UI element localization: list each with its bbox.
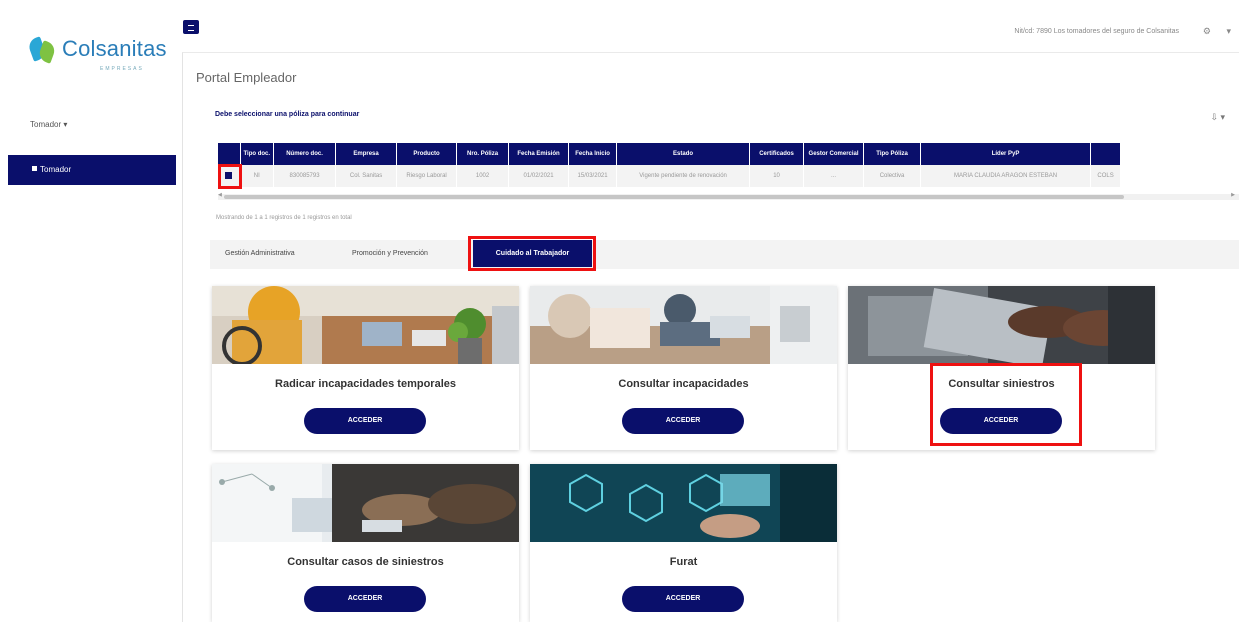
cell-extra: COLS — [1090, 165, 1122, 187]
card-image-office — [212, 286, 519, 364]
access-button[interactable]: ACCEDER — [304, 586, 426, 612]
card-consultar-casos-siniestros: Consultar casos de siniestros ACCEDER — [212, 464, 519, 622]
col-header-tipo-poliza[interactable]: Tipo Póliza — [863, 143, 922, 165]
col-header-empresa[interactable]: Empresa — [335, 143, 398, 165]
settings-icon[interactable]: ⚙ — [1203, 26, 1211, 37]
brand-name: Colsanitas — [62, 36, 167, 61]
cell-lider-pyp: MARIA CLAUDIA ARAGON ESTEBAN — [920, 165, 1092, 187]
card-title: Radicar incapacidades temporales — [275, 378, 456, 390]
card-title: Consultar incapacidades — [618, 378, 749, 390]
card-image-meeting — [530, 286, 837, 364]
table-horizontal-scrollbar[interactable]: ◀ ▶ — [218, 192, 1239, 200]
cell-nro-poliza: 1002 — [456, 165, 510, 187]
cell-producto: Riesgo Laboral — [396, 165, 458, 187]
col-header-select — [218, 143, 241, 165]
access-button[interactable]: ACCEDER — [304, 408, 426, 434]
col-header-nro-poliza[interactable]: Nro. Póliza — [456, 143, 510, 165]
brand-logo[interactable]: Colsanitas — [26, 34, 167, 64]
sidebar-role-select[interactable]: Tomador ▾ — [30, 120, 67, 129]
scroll-right-icon[interactable]: ▶ — [1231, 192, 1235, 198]
siniestros-highlight — [930, 363, 1082, 446]
tab-gestion-administrativa[interactable]: Gestión Administrativa — [225, 250, 295, 257]
col-header-estado[interactable]: Estado — [616, 143, 751, 165]
cell-empresa: Col. Sanitas — [335, 165, 398, 187]
cell-certificados: 10 — [749, 165, 805, 187]
brand-tagline: EMPRESAS — [100, 66, 144, 72]
cell-estado: Vigente pendiente de renovación — [616, 165, 751, 187]
card-image-laptop — [848, 286, 1155, 364]
table-row[interactable]: NI 830085793 Col. Sanitas Riesgo Laboral… — [218, 165, 1122, 187]
table-header-row: Tipo doc. Número doc. Empresa Producto N… — [218, 143, 1122, 165]
cell-fecha-emision: 01/02/2021 — [508, 165, 570, 187]
sidebar-item-label: Tomador — [40, 165, 72, 174]
user-info: Nit/cd: 7890 Los tomadores del seguro de… — [1014, 28, 1179, 35]
col-header-tipo-doc[interactable]: Tipo doc. — [240, 143, 275, 165]
tab-highlight — [468, 236, 596, 271]
cell-fecha-inicio: 15/03/2021 — [568, 165, 618, 187]
cell-tipo-poliza: Colectiva — [863, 165, 922, 187]
access-button[interactable]: ACCEDER — [622, 586, 744, 612]
scrollbar-thumb[interactable] — [224, 195, 1124, 199]
col-header-fecha-inicio[interactable]: Fecha Inicio — [568, 143, 618, 165]
row-select-highlight — [218, 164, 242, 189]
app: Colsanitas EMPRESAS Tomador ▾ Tomador Ni… — [0, 0, 1239, 622]
col-header-gestor[interactable]: Gestor Comercial — [803, 143, 865, 165]
cell-tipo-doc: NI — [240, 165, 275, 187]
col-header-certificados[interactable]: Certificados — [749, 143, 805, 165]
square-icon — [32, 166, 37, 171]
card-consultar-incapacidades: Consultar incapacidades ACCEDER — [530, 286, 837, 450]
col-header-producto[interactable]: Producto — [396, 143, 458, 165]
card-title: Consultar casos de siniestros — [287, 556, 444, 568]
cell-gestor: ... — [803, 165, 865, 187]
card-furat: Furat ACCEDER — [530, 464, 837, 622]
page-title: Portal Empleador — [196, 70, 297, 85]
policy-table: Tipo doc. Número doc. Empresa Producto N… — [218, 143, 1122, 187]
card-image-workspace — [212, 464, 519, 542]
col-header-fecha-emision[interactable]: Fecha Emisión — [508, 143, 570, 165]
sidebar: Colsanitas EMPRESAS Tomador ▾ Tomador — [0, 0, 180, 622]
menu-toggle-button[interactable] — [183, 20, 199, 34]
policy-instruction: Debe seleccionar una póliza para continu… — [215, 111, 360, 118]
cell-numero-doc: 830085793 — [273, 165, 337, 187]
chevron-down-icon[interactable]: ▾ — [1226, 26, 1231, 37]
col-header-extra — [1090, 143, 1122, 165]
card-radicar-incapacidades: Radicar incapacidades temporales ACCEDER — [212, 286, 519, 450]
records-count: Mostrando de 1 a 1 registros de 1 regist… — [216, 215, 352, 221]
access-button[interactable]: ACCEDER — [622, 408, 744, 434]
logo-icon — [26, 34, 58, 64]
col-header-lider-pyp[interactable]: Líder PyP — [920, 143, 1092, 165]
export-icon[interactable]: ⇩ ▾ — [1210, 112, 1225, 123]
col-header-numero-doc[interactable]: Número doc. — [273, 143, 337, 165]
sidebar-item-tomador[interactable]: Tomador — [8, 155, 176, 185]
scroll-left-icon[interactable]: ◀ — [218, 192, 222, 198]
tab-bar: Gestión Administrativa Promoción y Preve… — [210, 240, 1239, 269]
card-title: Furat — [669, 556, 698, 568]
card-image-digital — [530, 464, 837, 542]
tab-promocion-prevencion[interactable]: Promoción y Prevención — [352, 250, 428, 257]
